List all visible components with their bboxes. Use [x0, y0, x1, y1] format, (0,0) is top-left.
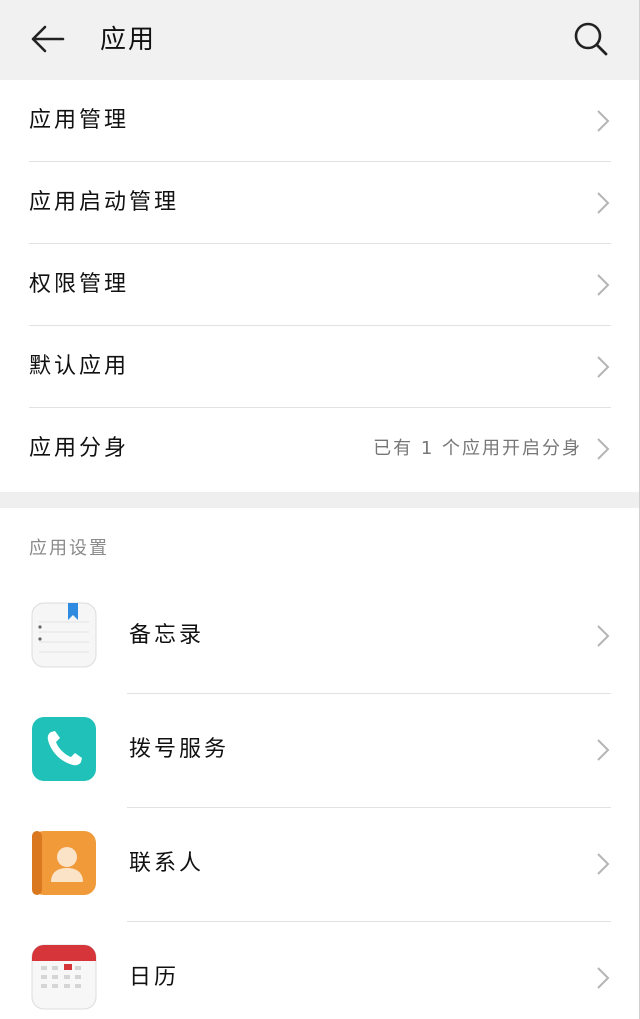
chevron-right-icon — [597, 110, 610, 132]
search-icon — [574, 22, 608, 56]
search-button[interactable] — [566, 16, 616, 62]
page-title: 应用 — [100, 25, 157, 55]
app-item-dialer[interactable]: 拨号服务 — [0, 694, 640, 808]
chevron-right-icon — [597, 739, 610, 761]
app-item-label: 备忘录 — [129, 623, 205, 648]
menu-item-label: 应用启动管理 — [29, 190, 180, 215]
chevron-right-icon — [597, 853, 610, 875]
app-menu-list: 应用管理 应用启动管理 权限管理 默认应用 应用分身 已有 1 个应用开启分身 — [0, 80, 640, 490]
chevron-right-icon — [597, 274, 610, 296]
app-item-label: 联系人 — [129, 851, 205, 876]
app-twin-status: 已有 1 个应用开启分身 — [373, 438, 582, 459]
calendar-icon — [31, 944, 97, 1010]
menu-item-permission-management[interactable]: 权限管理 — [0, 244, 640, 326]
menu-item-label: 权限管理 — [29, 272, 130, 297]
chevron-right-icon — [597, 625, 610, 647]
menu-item-app-management[interactable]: 应用管理 — [0, 80, 640, 162]
app-item-contacts[interactable]: 联系人 — [0, 808, 640, 922]
menu-item-label: 默认应用 — [29, 354, 130, 379]
chevron-right-icon — [597, 192, 610, 214]
section-separator — [0, 492, 640, 508]
notepad-icon — [31, 602, 97, 668]
menu-item-default-apps[interactable]: 默认应用 — [0, 326, 640, 408]
app-settings-list: 备忘录 拨号服务 联系人 日历 — [0, 580, 640, 1019]
menu-item-app-twin[interactable]: 应用分身 已有 1 个应用开启分身 — [0, 408, 640, 490]
section-title-app-settings: 应用设置 — [29, 538, 109, 559]
app-item-label: 拨号服务 — [129, 737, 230, 762]
menu-item-app-launch-management[interactable]: 应用启动管理 — [0, 162, 640, 244]
chevron-right-icon — [597, 967, 610, 989]
app-item-label: 日历 — [129, 965, 180, 990]
menu-item-label: 应用管理 — [29, 108, 130, 133]
app-item-notepad[interactable]: 备忘录 — [0, 580, 640, 694]
back-arrow-icon — [31, 25, 65, 53]
chevron-right-icon — [597, 356, 610, 378]
menu-item-label: 应用分身 — [29, 436, 130, 461]
phone-icon — [32, 717, 96, 781]
back-button[interactable] — [22, 16, 72, 62]
app-item-calendar[interactable]: 日历 — [0, 922, 640, 1019]
chevron-right-icon — [597, 438, 610, 460]
contacts-icon — [32, 831, 96, 895]
app-bar: 应用 — [0, 0, 640, 80]
